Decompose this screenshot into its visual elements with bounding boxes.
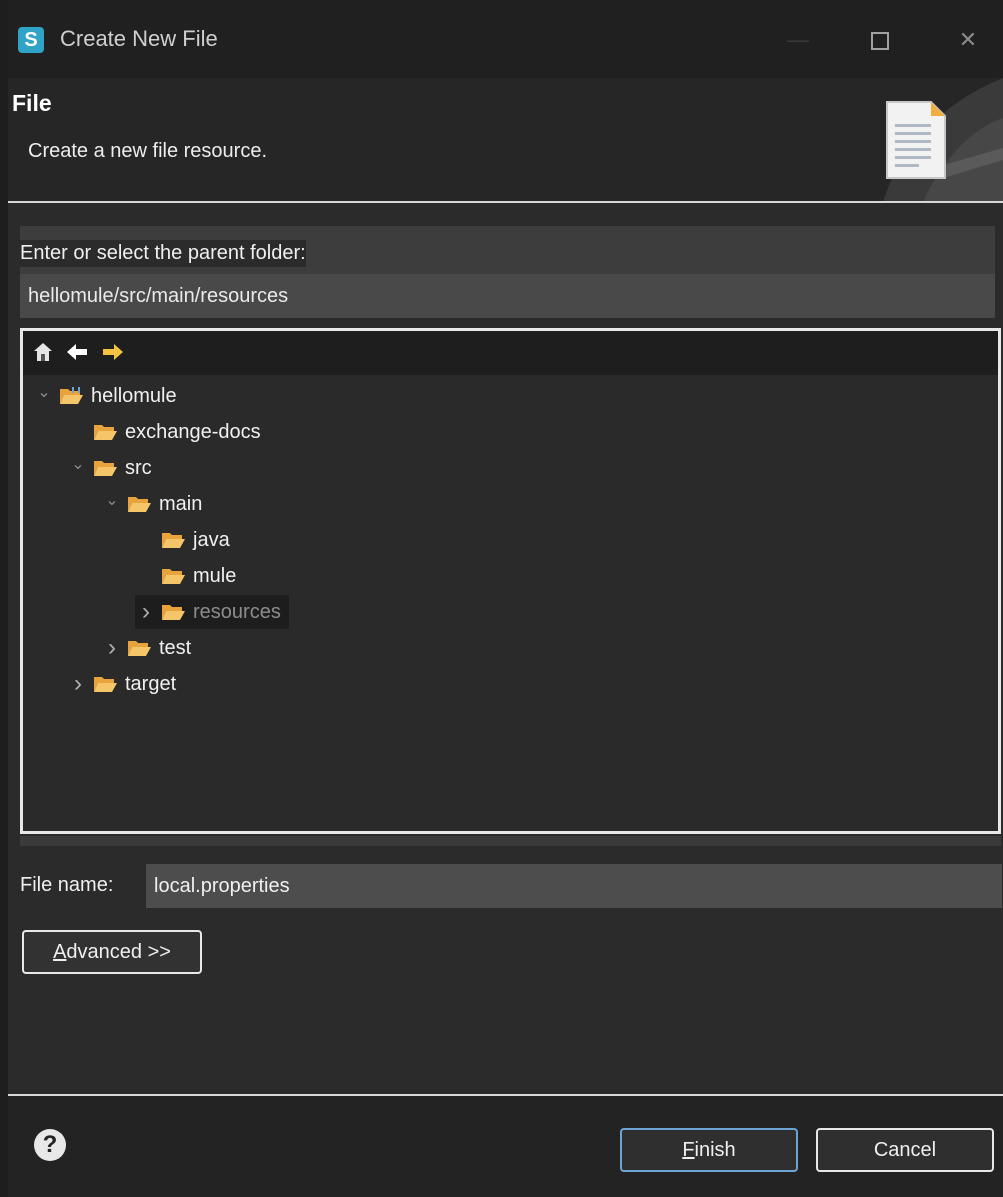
tree-item-label: hellomule — [91, 384, 177, 407]
open-folder-icon — [162, 533, 185, 548]
chevron-right-icon[interactable]: › — [135, 598, 157, 626]
tree-toolbar — [23, 331, 998, 375]
maximize-button[interactable] — [860, 20, 900, 60]
project-folder-icon — [60, 387, 83, 404]
wizard-page-title: File — [12, 90, 52, 116]
wizard-page-description: Create a new file resource. — [28, 140, 268, 162]
maximize-icon — [871, 32, 889, 51]
tree-item-java[interactable]: java — [135, 523, 230, 557]
file-name-label: File name: — [20, 874, 114, 896]
tree-item-target[interactable]: › target — [67, 667, 176, 701]
open-folder-icon — [94, 677, 117, 692]
open-folder-icon — [162, 605, 185, 620]
chevron-right-icon[interactable]: › — [67, 670, 89, 698]
help-icon[interactable]: ? — [34, 1129, 66, 1161]
tree-item-label: java — [193, 528, 230, 551]
chevron-down-icon[interactable]: ⌄ — [67, 454, 89, 474]
finish-button[interactable]: Finish — [620, 1128, 798, 1172]
open-folder-icon — [128, 641, 151, 656]
minimize-button[interactable]: — — [778, 20, 818, 60]
parent-folder-label: Enter or select the parent folder: — [20, 240, 306, 267]
forward-arrow-icon[interactable] — [101, 341, 125, 365]
chevron-down-icon[interactable]: ⌄ — [33, 382, 55, 402]
open-folder-icon — [162, 569, 185, 584]
finish-mnemonic: F — [682, 1139, 695, 1161]
folder-tree[interactable]: ⌄ hellomule exchange-docs ⌄ src ⌄ main java m… — [20, 328, 1001, 834]
wizard-banner: File Create a new file resource. — [8, 78, 1003, 202]
tree-item-label: test — [159, 636, 192, 659]
cancel-button[interactable]: Cancel — [816, 1128, 994, 1172]
parent-folder-label-row: Enter or select the parent folder: — [20, 226, 995, 274]
tree-item-hellomule[interactable]: ⌄ hellomule — [33, 379, 177, 413]
close-button[interactable]: ✕ — [948, 20, 988, 60]
file-name-input[interactable] — [146, 864, 1002, 908]
chevron-down-icon[interactable]: ⌄ — [101, 490, 123, 510]
banner-divider — [8, 201, 1003, 203]
close-icon: ✕ — [958, 27, 978, 52]
tree-item-resources[interactable]: › resources — [135, 595, 289, 629]
tree-item-exchange-docs[interactable]: exchange-docs — [67, 415, 261, 449]
tree-item-label: exchange-docs — [125, 420, 261, 443]
finish-label: inish — [694, 1139, 736, 1161]
advanced-mnemonic: A — [53, 941, 67, 963]
tree-item-label: src — [125, 456, 152, 479]
new-file-icon — [886, 101, 946, 179]
home-icon[interactable] — [31, 341, 55, 365]
open-folder-icon — [94, 425, 117, 440]
tree-item-main[interactable]: ⌄ main — [101, 487, 202, 521]
tree-item-label: target — [125, 672, 177, 695]
title-bar: S Create New File — ✕ — [8, 0, 1003, 78]
open-folder-icon — [94, 461, 117, 476]
app-icon: S — [18, 27, 44, 53]
dialog-footer: ? Finish Cancel — [8, 1096, 1003, 1197]
tree-item-test[interactable]: › test — [101, 631, 191, 665]
parent-folder-input[interactable] — [20, 274, 995, 318]
tree-item-label: main — [159, 492, 203, 515]
tree-horizontal-strip — [20, 836, 1001, 846]
tree-item-src[interactable]: ⌄ src — [67, 451, 152, 485]
tree-item-label: resources — [193, 600, 281, 623]
back-arrow-icon[interactable] — [65, 341, 89, 365]
advanced-label: dvanced >> — [66, 941, 171, 963]
advanced-button[interactable]: Advanced >> — [22, 930, 202, 974]
chevron-right-icon[interactable]: › — [101, 634, 123, 662]
tree-item-label: mule — [193, 564, 237, 587]
create-new-file-dialog: S Create New File — ✕ File Create a new … — [8, 0, 1003, 1197]
open-folder-icon — [128, 497, 151, 512]
tree-item-mule[interactable]: mule — [135, 559, 236, 593]
window-title: Create New File — [60, 26, 218, 51]
